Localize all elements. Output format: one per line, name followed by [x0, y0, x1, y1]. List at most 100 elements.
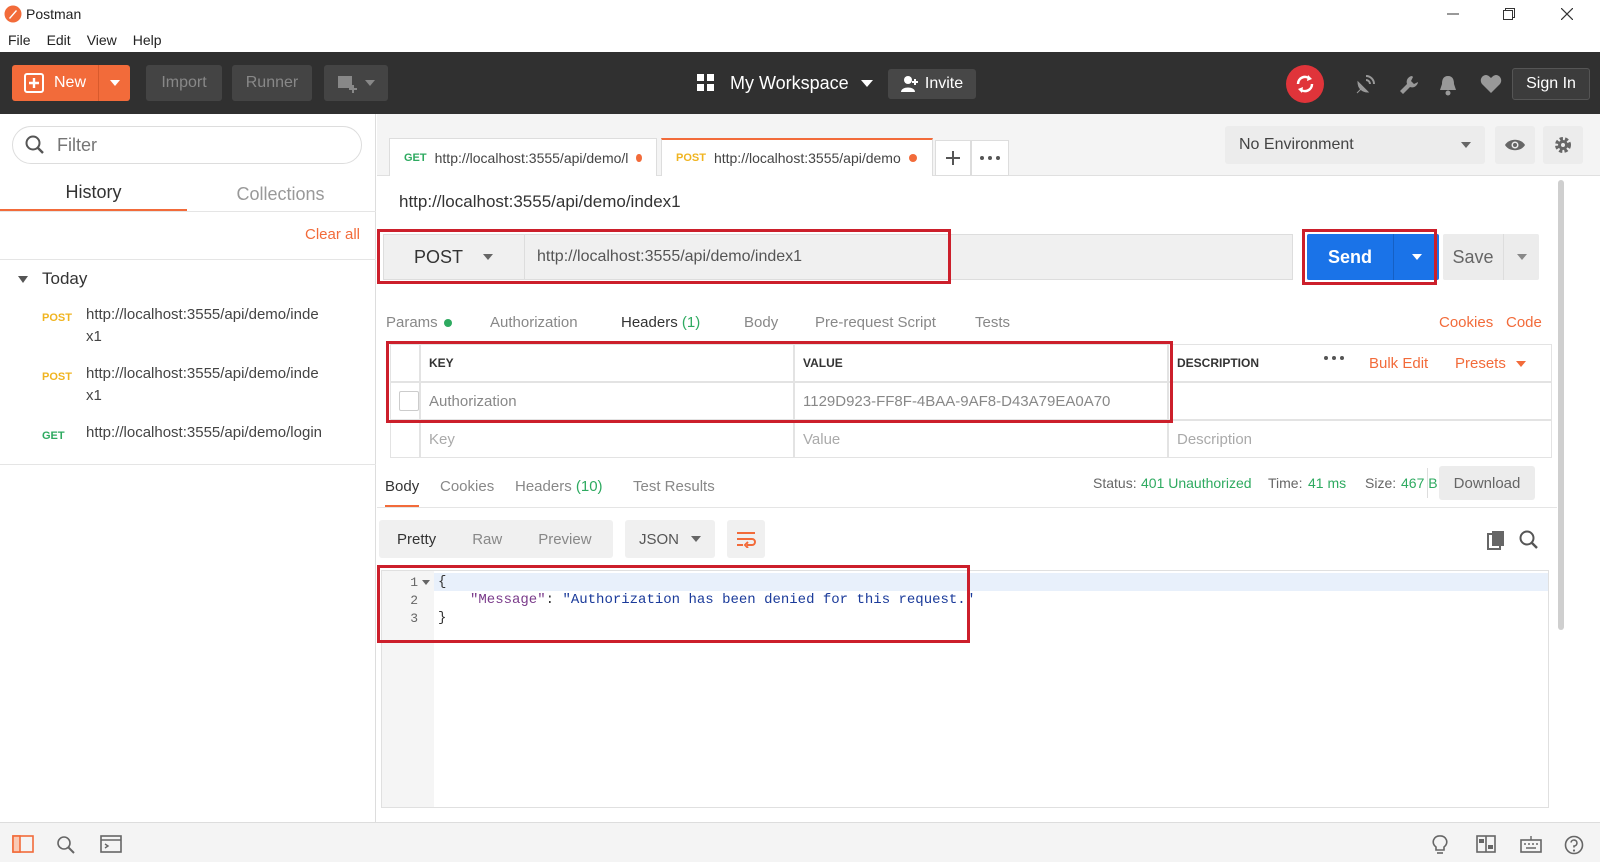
- cookies-link[interactable]: Cookies: [1439, 314, 1493, 331]
- tab-tests[interactable]: Tests: [975, 314, 1010, 331]
- save-button[interactable]: Save: [1443, 234, 1539, 280]
- history-item[interactable]: GET http://localhost:3555/api/demo/login: [0, 422, 376, 444]
- save-dropdown-button[interactable]: [1503, 234, 1539, 280]
- header-value-cell[interactable]: 1129D923-FF8F-4BAA-9AF8-D43A79EA0A70: [794, 382, 1168, 420]
- new-button[interactable]: New: [12, 65, 130, 101]
- manage-environments-button[interactable]: [1543, 126, 1583, 164]
- send-dropdown-button[interactable]: [1393, 234, 1439, 280]
- new-window-button[interactable]: [324, 65, 388, 101]
- console-icon[interactable]: [100, 835, 122, 853]
- history-url: http://localhost:3555/api/demo/login: [86, 424, 322, 441]
- caret-down-icon: [483, 254, 494, 260]
- tab-headers[interactable]: Headers (1): [621, 314, 700, 331]
- history-method: POST: [42, 371, 72, 383]
- table-options-button[interactable]: [1324, 356, 1344, 360]
- two-pane-view-icon[interactable]: [1476, 835, 1496, 853]
- maximize-button[interactable]: [1486, 0, 1532, 28]
- language-select[interactable]: JSON: [625, 520, 715, 558]
- history-group-today[interactable]: Today: [18, 269, 87, 289]
- status-label: Status:: [1093, 475, 1137, 491]
- tab-pre-request-script[interactable]: Pre-request Script: [815, 314, 936, 331]
- request-tab-active[interactable]: POST http://localhost:3555/api/demo: [661, 138, 933, 176]
- response-tab-body[interactable]: Body: [385, 478, 420, 507]
- add-tab-button[interactable]: [935, 140, 971, 176]
- menu-edit[interactable]: Edit: [47, 32, 71, 48]
- format-raw[interactable]: Raw: [454, 531, 520, 548]
- keyboard-shortcuts-icon[interactable]: [1520, 835, 1542, 853]
- code-line-3: }: [438, 610, 447, 626]
- request-tab[interactable]: GET http://localhost:3555/api/demo/l: [389, 138, 657, 176]
- search-icon[interactable]: [1519, 530, 1539, 550]
- invite-label: Invite: [924, 75, 964, 92]
- new-dropdown-button[interactable]: [98, 65, 130, 101]
- wrap-lines-button[interactable]: [727, 520, 765, 558]
- header-key-cell[interactable]: Authorization: [420, 382, 794, 420]
- tab-history[interactable]: History: [0, 176, 187, 212]
- header-description-cell[interactable]: [1168, 382, 1552, 420]
- history-item[interactable]: POST http://localhost:3555/api/demo/inde…: [0, 363, 376, 407]
- environment-label: No Environment: [1239, 136, 1354, 153]
- caret-down-icon: [1411, 254, 1422, 260]
- toggle-sidebar-icon[interactable]: [12, 835, 34, 853]
- new-value-input[interactable]: Value: [794, 420, 1168, 458]
- filter-field[interactable]: [12, 126, 362, 164]
- caret-down-icon: [691, 536, 701, 542]
- scrollbar[interactable]: [1558, 180, 1564, 630]
- download-button[interactable]: Download: [1439, 466, 1535, 500]
- url-input[interactable]: http://localhost:3555/api/demo/index1: [525, 234, 1293, 280]
- bulk-edit-link[interactable]: Bulk Edit: [1369, 355, 1428, 372]
- satellite-icon[interactable]: [1354, 74, 1376, 96]
- invite-button[interactable]: Invite: [888, 69, 976, 99]
- heart-icon[interactable]: [1480, 74, 1502, 94]
- format-pretty[interactable]: Pretty: [379, 531, 454, 548]
- new-window-icon: [338, 76, 357, 93]
- find-replace-icon[interactable]: [56, 835, 76, 855]
- sign-in-button[interactable]: Sign In: [1512, 68, 1590, 100]
- runner-button[interactable]: Runner: [232, 65, 312, 101]
- workspace-label: My Workspace: [730, 72, 849, 93]
- environment-select[interactable]: No Environment: [1225, 126, 1485, 164]
- more-tabs-button[interactable]: [971, 140, 1009, 176]
- history-item[interactable]: POST http://localhost:3555/api/demo/inde…: [0, 304, 376, 348]
- sync-button[interactable]: [1286, 65, 1324, 103]
- bell-icon[interactable]: [1438, 74, 1458, 96]
- grid-icon: [697, 74, 714, 91]
- presets-dropdown[interactable]: Presets: [1455, 355, 1526, 372]
- menu-view[interactable]: View: [87, 32, 117, 48]
- code-link[interactable]: Code: [1506, 314, 1542, 331]
- new-description-input[interactable]: Description: [1168, 420, 1552, 458]
- row-checkbox[interactable]: [399, 391, 419, 411]
- new-key-input[interactable]: Key: [420, 420, 794, 458]
- method-select[interactable]: POST: [383, 234, 525, 280]
- filter-input[interactable]: [57, 134, 337, 156]
- workspace-selector[interactable]: My Workspace: [696, 65, 873, 101]
- plus-icon: [946, 151, 960, 165]
- request-title: http://localhost:3555/api/demo/index1: [399, 192, 681, 211]
- tab-params[interactable]: Params: [386, 314, 452, 331]
- params-indicator-dot: [443, 318, 452, 327]
- minimize-button[interactable]: [1430, 0, 1476, 28]
- wrench-icon[interactable]: [1398, 74, 1420, 96]
- menu-file[interactable]: File: [8, 32, 31, 48]
- help-icon[interactable]: [1564, 835, 1584, 855]
- response-tab-test-results[interactable]: Test Results: [633, 478, 715, 495]
- response-tab-headers[interactable]: Headers (10): [515, 478, 603, 495]
- tab-authorization[interactable]: Authorization: [490, 314, 578, 331]
- tab-body[interactable]: Body: [744, 314, 778, 331]
- tab-collections[interactable]: Collections: [187, 176, 374, 212]
- menu-help[interactable]: Help: [133, 32, 162, 48]
- close-window-button[interactable]: [1544, 0, 1590, 28]
- tab-url: http://localhost:3555/api/demo/l: [434, 149, 629, 166]
- send-button[interactable]: Send: [1307, 234, 1439, 280]
- line-number: 1: [410, 575, 418, 590]
- response-tab-cookies[interactable]: Cookies: [440, 478, 494, 495]
- format-preview[interactable]: Preview: [520, 531, 609, 548]
- environment-quick-look-button[interactable]: [1495, 126, 1535, 164]
- fold-caret-icon[interactable]: [422, 580, 430, 585]
- lightbulb-icon[interactable]: [1432, 835, 1448, 855]
- import-button[interactable]: Import: [146, 65, 222, 101]
- clear-all-link[interactable]: Clear all: [305, 226, 360, 243]
- response-body-editor[interactable]: 1 2 3 { "Message": "Authorization has be…: [381, 570, 1549, 808]
- copy-icon[interactable]: [1487, 530, 1505, 550]
- divider: [0, 259, 376, 260]
